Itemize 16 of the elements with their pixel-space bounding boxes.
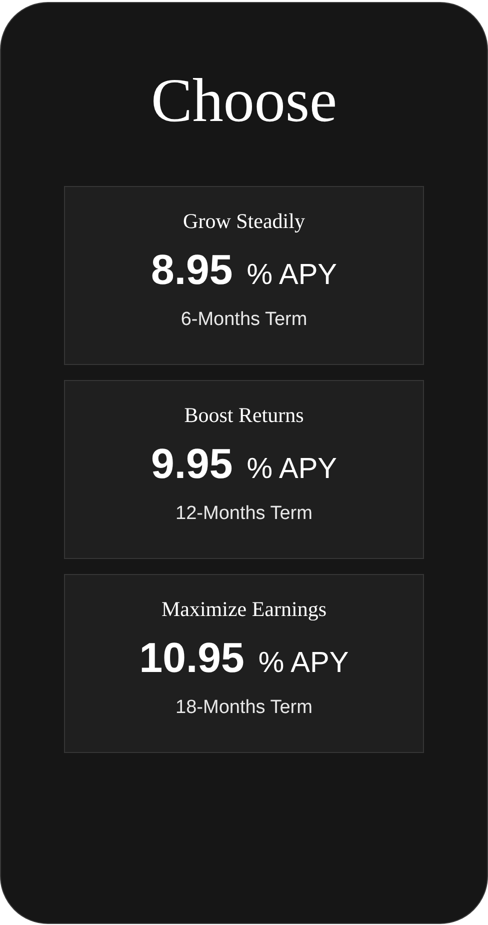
plan-card[interactable]: Grow Steadily 8.95 % APY 6-Months Term [64,186,424,365]
plan-name: Maximize Earnings [161,596,327,623]
rate-unit: % APY [246,258,338,293]
page-title: Choose [151,66,337,137]
rate-unit: % APY [258,646,349,681]
plan-name: Grow Steadily [183,208,305,235]
rate-unit: % APY [246,452,338,487]
plan-card[interactable]: Boost Returns 9.95 % APY 12-Months Term [64,380,424,559]
term-label: 12-Months Term [176,502,312,526]
rate-value: 8.95 [150,245,233,295]
rate-value: 10.95 [139,633,244,683]
plan-name: Boost Returns [184,402,304,429]
term-label: 6-Months Term [180,308,308,332]
plan-card[interactable]: Maximize Earnings 10.95 % APY 18-Months Term [64,574,424,753]
term-label: 18-Months Term [176,696,312,720]
rate-value: 9.95 [150,439,233,489]
